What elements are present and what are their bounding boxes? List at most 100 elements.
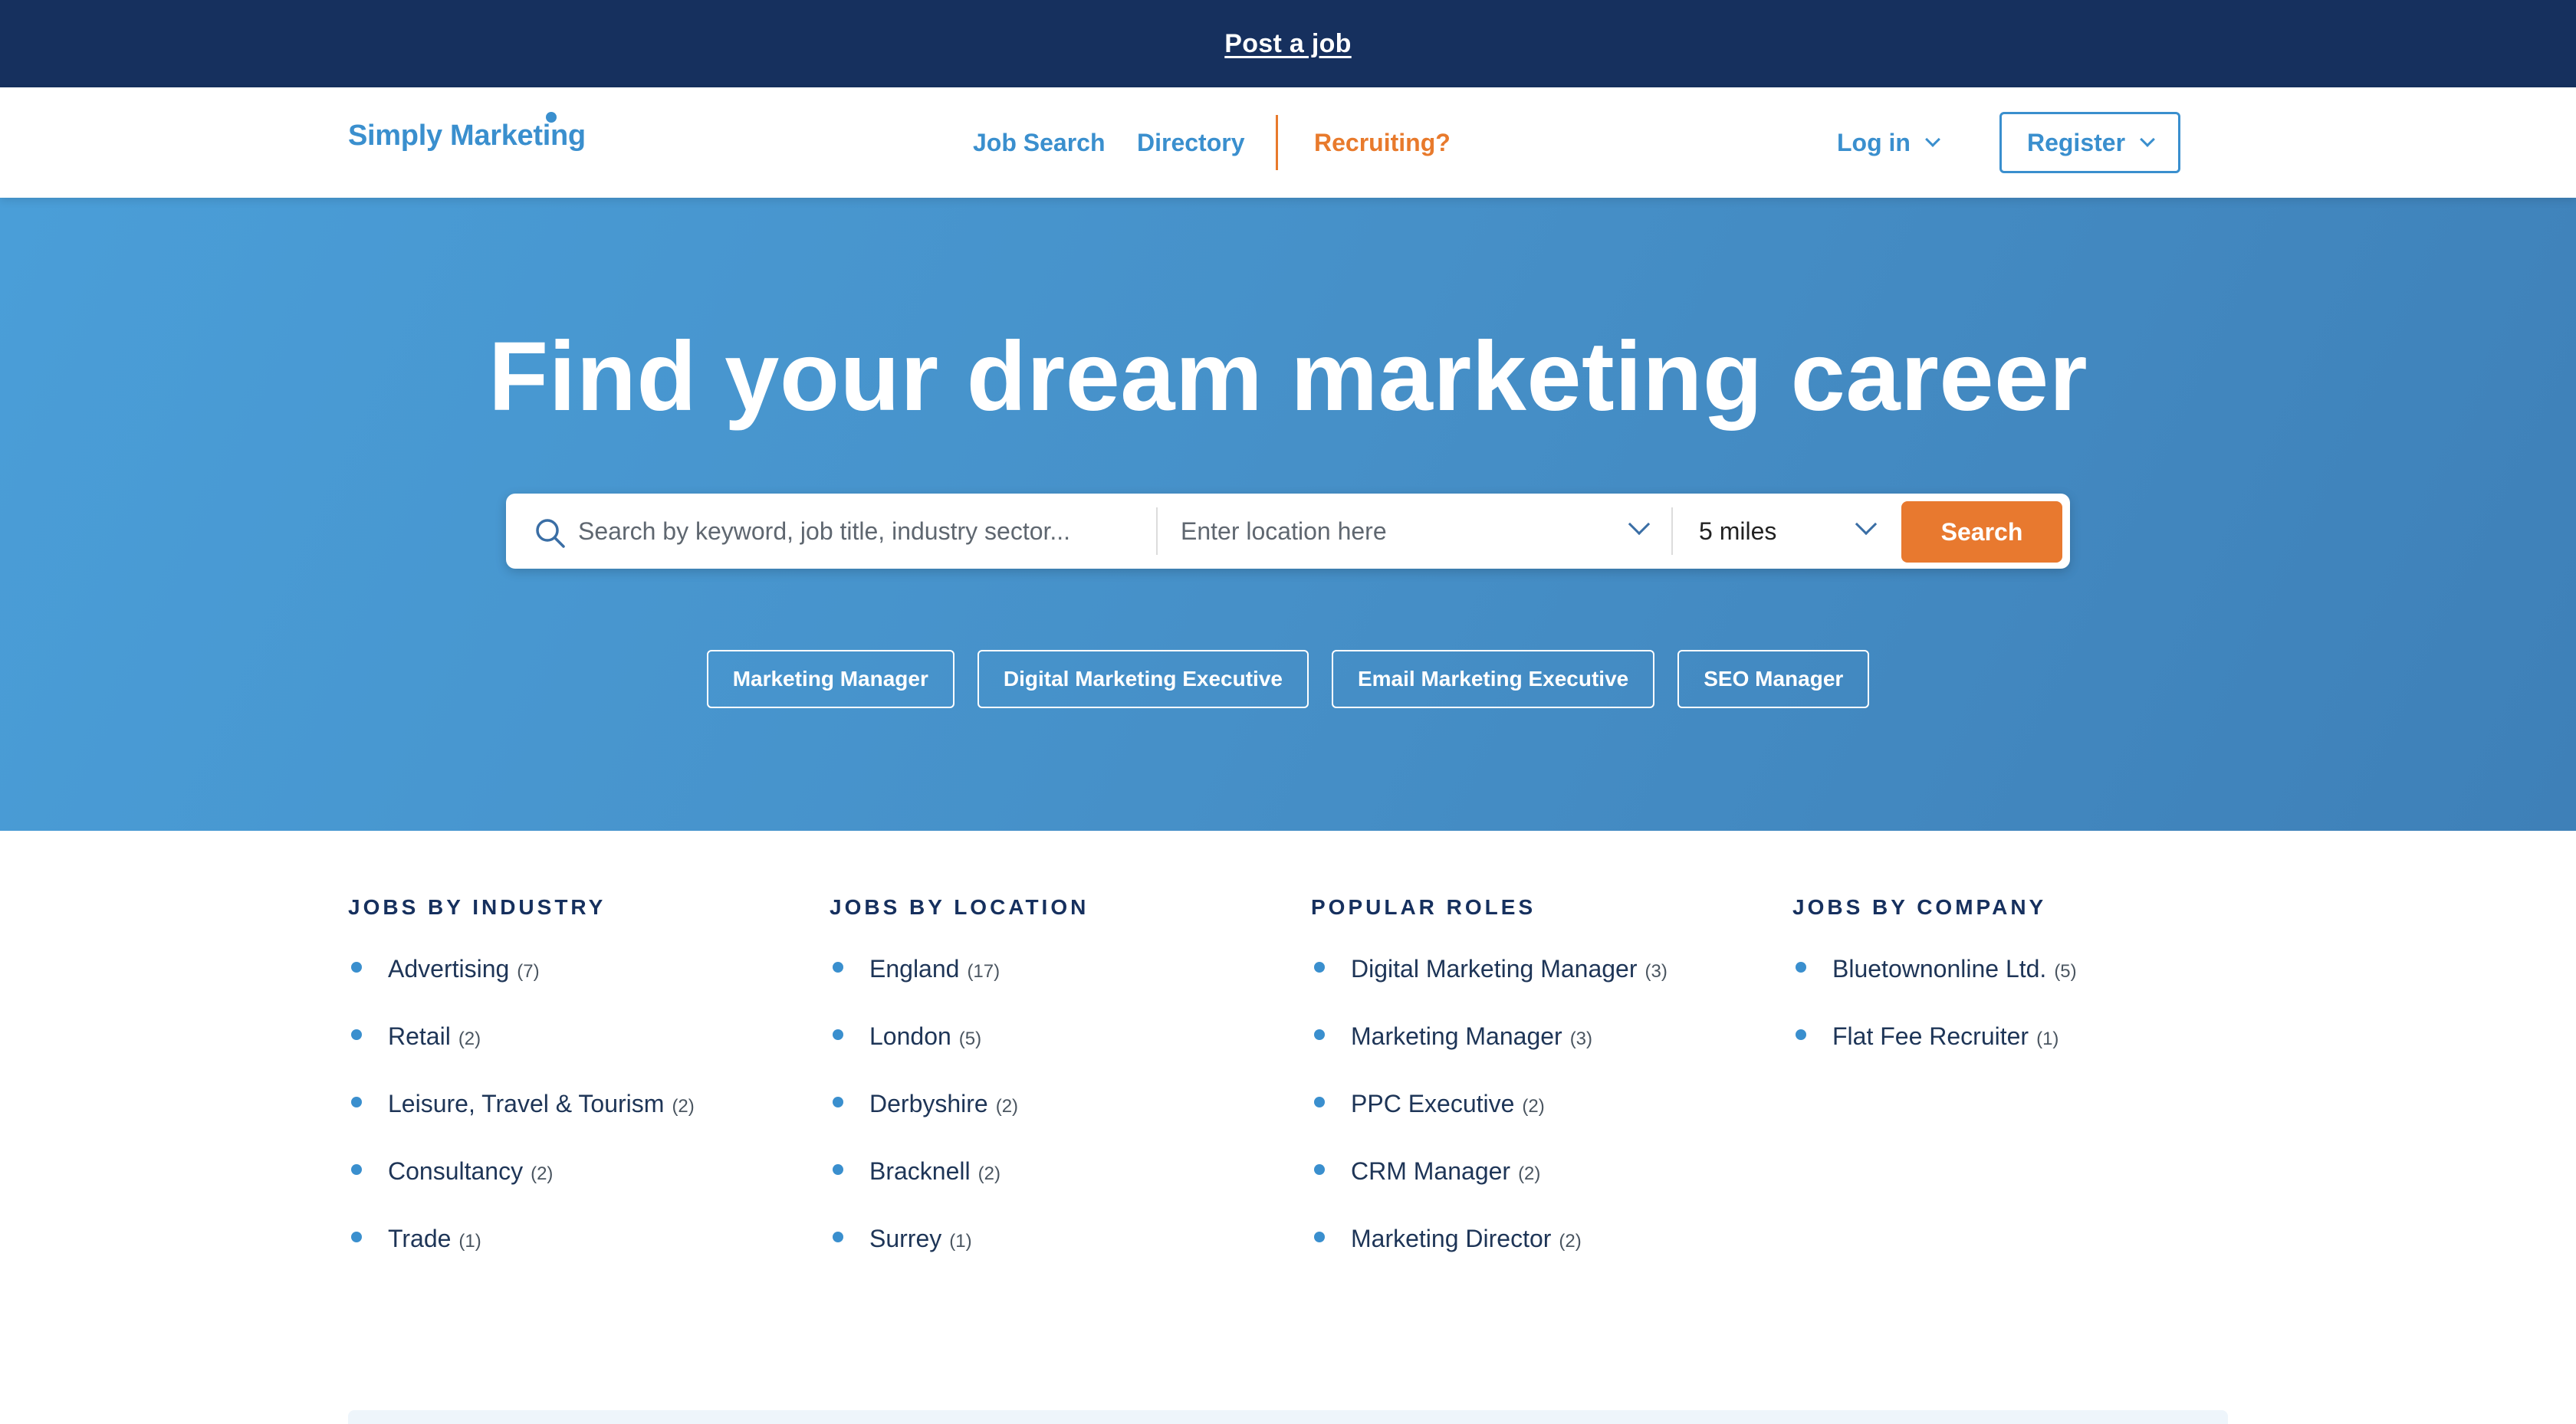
nav-divider bbox=[1276, 115, 1278, 170]
bullet-icon bbox=[1314, 962, 1325, 973]
item-label: Leisure, Travel & Tourism bbox=[388, 1090, 665, 1117]
search-divider bbox=[1671, 507, 1673, 555]
nav-recruiting[interactable]: Recruiting? bbox=[1314, 87, 1451, 198]
list-item[interactable]: Retail (2) bbox=[348, 1022, 481, 1051]
list-item[interactable]: CRM Manager (2) bbox=[1311, 1157, 1540, 1186]
item-label: Advertising bbox=[388, 955, 510, 983]
bullet-icon bbox=[1314, 1164, 1325, 1175]
item-count: (17) bbox=[967, 961, 1001, 982]
jobs-by-industry: JOBS BY INDUSTRY Advertising (7) Retail (2… bbox=[348, 895, 695, 1252]
jobs-by-location: JOBS BY LOCATION England (17) London (5) D… bbox=[830, 895, 1089, 1252]
item-label: Bracknell bbox=[869, 1157, 971, 1185]
bullet-icon bbox=[351, 1029, 362, 1040]
list-item[interactable]: Bluetownonline Ltd. (5) bbox=[1792, 955, 2077, 983]
browse-jobs-section: JOBS BY INDUSTRY Advertising (7) Retail (2… bbox=[0, 831, 2576, 1398]
chip-marketing-manager[interactable]: Marketing Manager bbox=[706, 650, 955, 708]
top-announcement-bar: Post a job bbox=[0, 0, 2576, 87]
bullet-icon bbox=[351, 1164, 362, 1175]
item-count: (2) bbox=[978, 1163, 1001, 1184]
item-count: (3) bbox=[1644, 961, 1668, 982]
item-count: (1) bbox=[458, 1231, 481, 1252]
chevron-down-icon bbox=[2140, 132, 2155, 147]
bullet-icon bbox=[833, 1097, 843, 1107]
list-item[interactable]: Advertising (7) bbox=[348, 955, 540, 983]
list-item[interactable]: Leisure, Travel & Tourism (2) bbox=[348, 1090, 695, 1118]
chevron-down-icon[interactable] bbox=[1855, 513, 1878, 536]
nav-job-search[interactable]: Job Search bbox=[973, 87, 1106, 198]
chevron-down-icon bbox=[1925, 132, 1940, 147]
hero-section: Find your dream marketing career 5 miles… bbox=[0, 198, 2576, 831]
item-count: (1) bbox=[2036, 1029, 2059, 1049]
chip-email-marketing-executive[interactable]: Email Marketing Executive bbox=[1331, 650, 1655, 708]
item-label: Surrey bbox=[869, 1225, 942, 1252]
item-count: (2) bbox=[1522, 1096, 1545, 1117]
column-heading: POPULAR ROLES bbox=[1311, 895, 1536, 919]
item-label: Digital Marketing Manager bbox=[1351, 955, 1638, 983]
bullet-icon bbox=[1314, 1232, 1325, 1242]
item-count: (2) bbox=[995, 1096, 1019, 1117]
item-count: (2) bbox=[672, 1096, 695, 1117]
item-label: Bluetownonline Ltd. bbox=[1832, 955, 2047, 983]
nav-directory[interactable]: Directory bbox=[1137, 87, 1245, 198]
item-label: Trade bbox=[388, 1225, 452, 1252]
item-label: Marketing Manager bbox=[1351, 1022, 1562, 1050]
column-heading: JOBS BY INDUSTRY bbox=[348, 895, 606, 919]
popular-roles: POPULAR ROLES Digital Marketing Manager (… bbox=[1311, 895, 1668, 1252]
bullet-icon bbox=[351, 962, 362, 973]
list-item[interactable]: Consultancy (2) bbox=[348, 1157, 553, 1186]
hero-title: Find your dream marketing career bbox=[488, 322, 2088, 431]
item-count: (3) bbox=[1569, 1029, 1593, 1049]
item-label: England bbox=[869, 955, 960, 983]
bullet-icon bbox=[833, 1232, 843, 1242]
register-label: Register bbox=[2026, 128, 2126, 156]
site-logo[interactable]: Simply Marketing bbox=[348, 112, 586, 153]
bottom-panel-edge bbox=[348, 1410, 2228, 1424]
item-count: (7) bbox=[517, 961, 540, 982]
list-item[interactable]: Trade (1) bbox=[348, 1225, 481, 1253]
main-nav: Simply Marketing Job Search Directory Re… bbox=[0, 87, 2576, 198]
quick-search-chips: Marketing Manager Digital Marketing Exec… bbox=[0, 650, 2576, 708]
list-item[interactable]: Marketing Director (2) bbox=[1311, 1225, 1582, 1253]
item-label: London bbox=[869, 1022, 951, 1050]
jobs-by-company: JOBS BY COMPANY Bluetownonline Ltd. (5) F… bbox=[1792, 895, 2077, 1050]
column-heading: JOBS BY COMPANY bbox=[1792, 895, 2047, 919]
bullet-icon bbox=[833, 962, 843, 973]
search-icon bbox=[536, 519, 565, 548]
item-label: CRM Manager bbox=[1351, 1157, 1511, 1185]
list-item[interactable]: England (17) bbox=[830, 955, 1000, 983]
item-count: (2) bbox=[458, 1029, 481, 1049]
item-label: Retail bbox=[388, 1022, 451, 1050]
list-item[interactable]: Marketing Manager (3) bbox=[1311, 1022, 1592, 1051]
chip-digital-marketing-executive[interactable]: Digital Marketing Executive bbox=[977, 650, 1309, 708]
keyword-search-input[interactable] bbox=[578, 507, 1130, 555]
logo-dot-icon bbox=[546, 112, 557, 123]
post-job-link[interactable]: Post a job bbox=[1224, 29, 1351, 59]
bullet-icon bbox=[351, 1232, 362, 1242]
item-count: (2) bbox=[1559, 1231, 1582, 1252]
bullet-icon bbox=[351, 1097, 362, 1107]
bullet-icon bbox=[1314, 1097, 1325, 1107]
search-button[interactable]: Search bbox=[1901, 501, 2062, 563]
bullet-icon bbox=[1796, 1029, 1806, 1040]
list-item[interactable]: Surrey (1) bbox=[830, 1225, 972, 1253]
location-input[interactable] bbox=[1181, 507, 1610, 555]
register-button[interactable]: Register bbox=[1999, 112, 2180, 173]
bullet-icon bbox=[1796, 962, 1806, 973]
list-item[interactable]: Bracknell (2) bbox=[830, 1157, 1001, 1186]
list-item[interactable]: Flat Fee Recruiter (1) bbox=[1792, 1022, 2058, 1051]
item-count: (2) bbox=[1518, 1163, 1541, 1184]
list-item[interactable]: Derbyshire (2) bbox=[830, 1090, 1018, 1118]
list-item[interactable]: London (5) bbox=[830, 1022, 981, 1051]
login-label: Log in bbox=[1837, 128, 1911, 156]
item-count: (1) bbox=[949, 1231, 972, 1252]
chevron-down-icon[interactable] bbox=[1628, 513, 1651, 536]
item-count: (5) bbox=[2054, 961, 2077, 982]
radius-select[interactable]: 5 miles bbox=[1699, 507, 1852, 555]
list-item[interactable]: PPC Executive (2) bbox=[1311, 1090, 1545, 1118]
bullet-icon bbox=[1314, 1029, 1325, 1040]
item-count: (5) bbox=[958, 1029, 982, 1049]
list-item[interactable]: Digital Marketing Manager (3) bbox=[1311, 955, 1668, 983]
chip-seo-manager[interactable]: SEO Manager bbox=[1677, 650, 1870, 708]
job-search-bar: 5 miles Search bbox=[506, 494, 2070, 569]
login-menu[interactable]: Log in bbox=[1837, 87, 1940, 198]
